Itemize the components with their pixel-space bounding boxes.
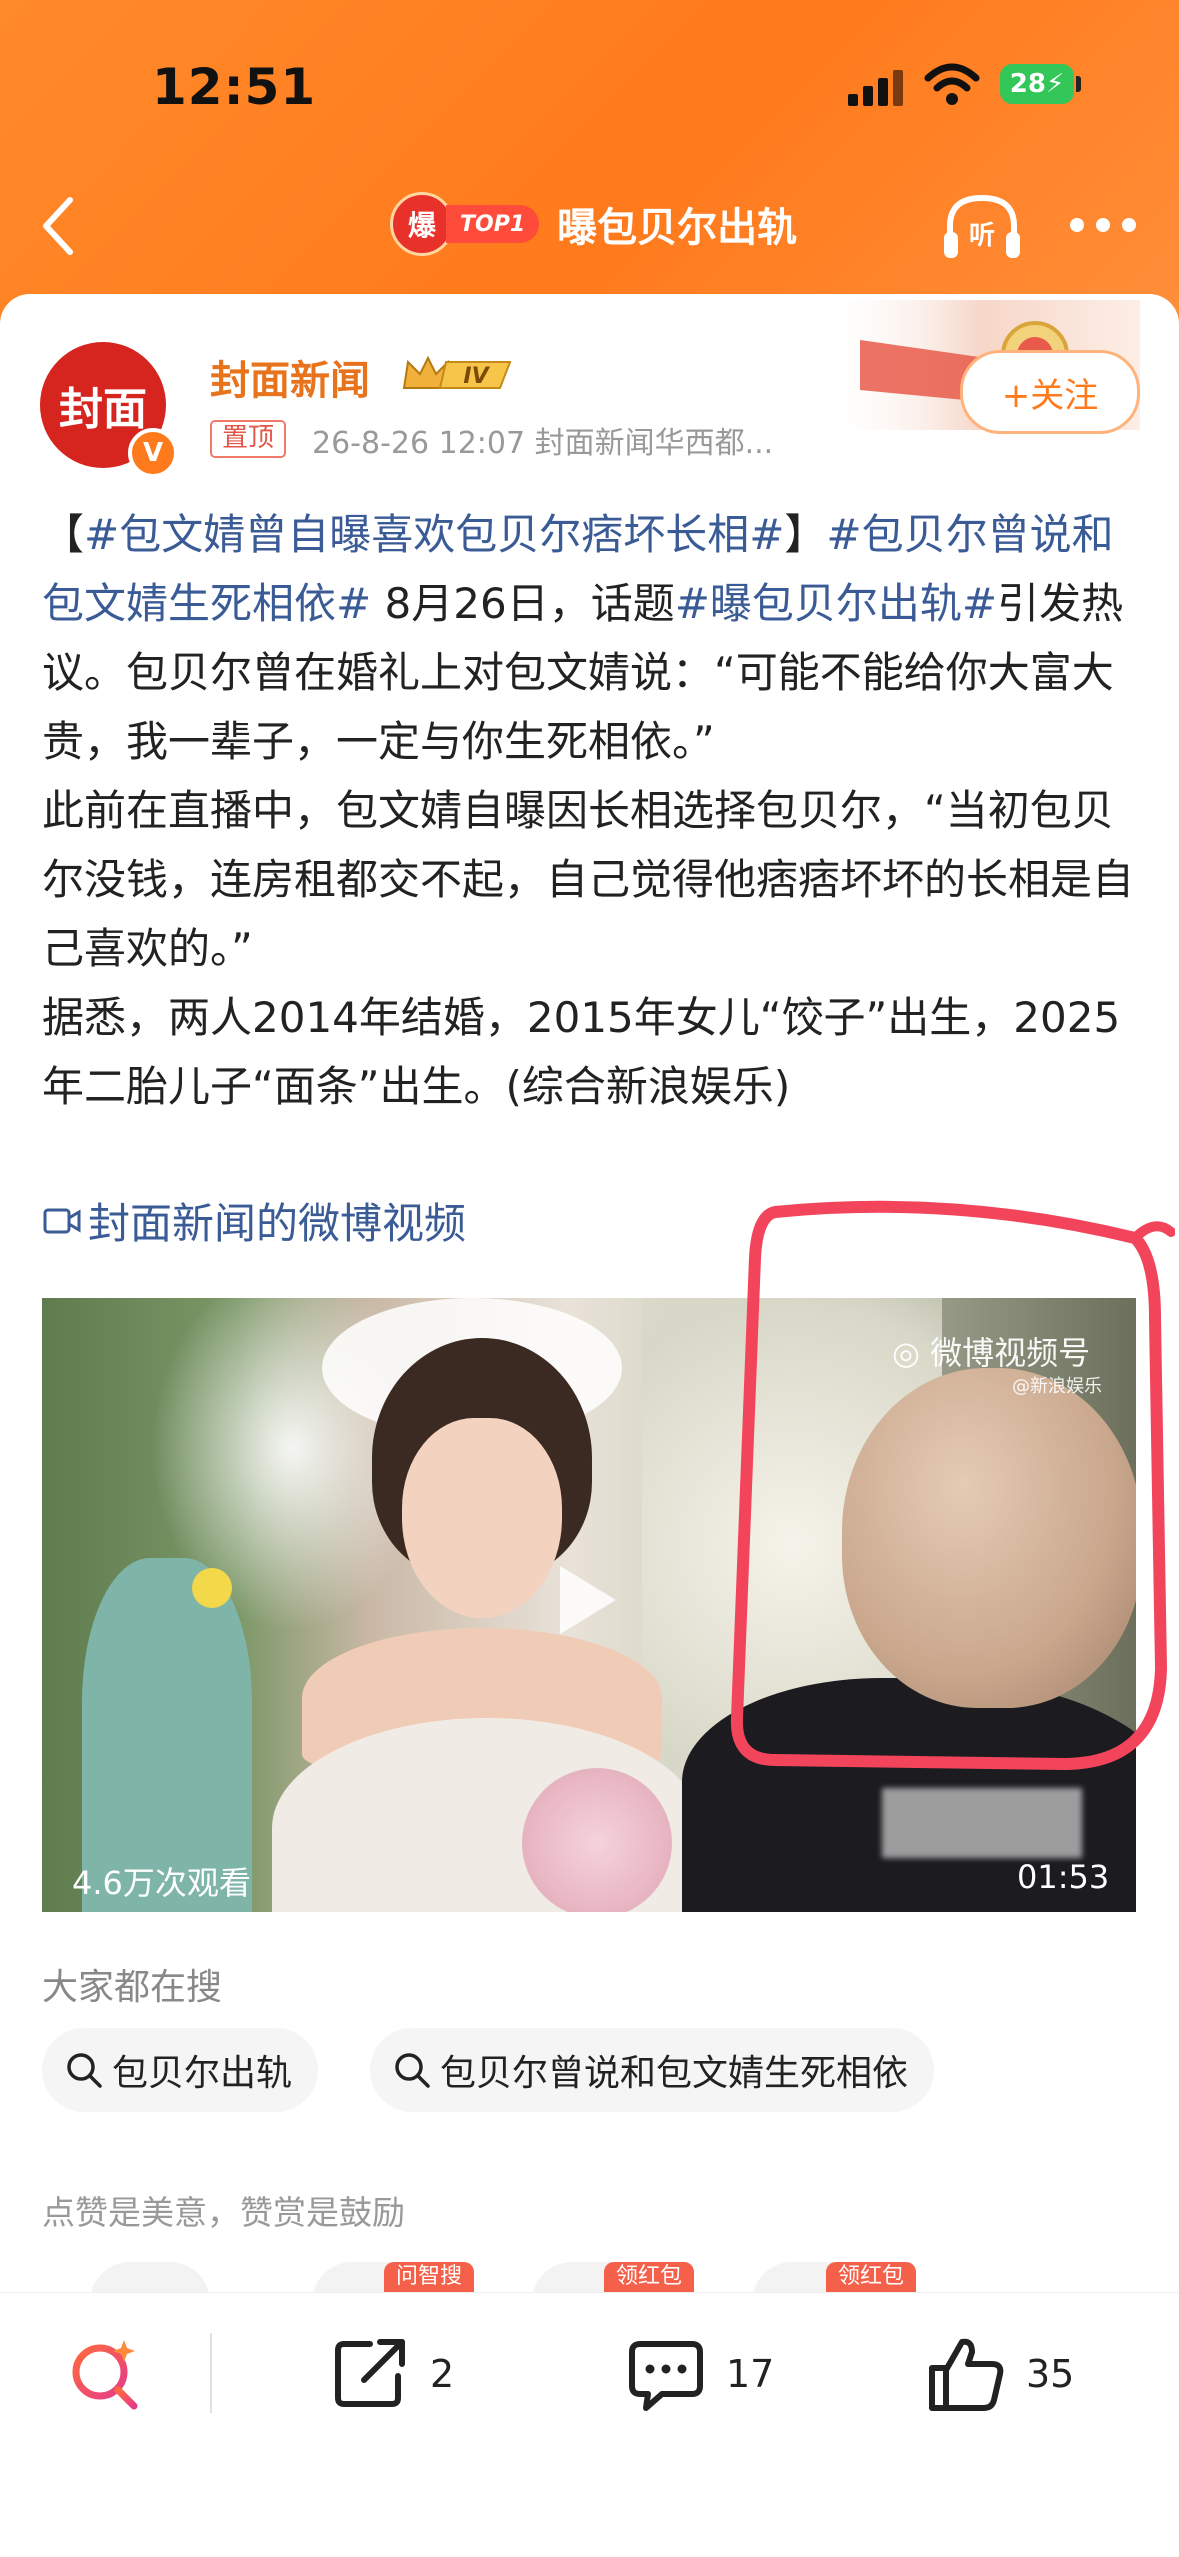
reward-tag: 领红包 xyxy=(826,2262,917,2292)
search-chip-label: 包贝尔出轨 xyxy=(112,2053,293,2094)
comment-button[interactable]: 17 xyxy=(626,2329,774,2419)
play-icon[interactable] xyxy=(552,1560,622,1640)
video-bouquet xyxy=(522,1768,672,1912)
status-bar: 12:51 28⚡ xyxy=(0,0,1179,150)
repost-button[interactable]: 2 xyxy=(330,2329,454,2419)
verified-badge-icon: V xyxy=(128,428,178,478)
topic-title: 曝包贝尔出轨 xyxy=(557,205,798,251)
video-link-label: 封面新闻的微博视频 xyxy=(88,1199,467,1248)
post-text: 【#包文婧曾自曝喜欢包贝尔痞坏长相#】#包贝尔曾说和包文婧生死相依# 8月26日… xyxy=(42,500,1142,1121)
battery-tip xyxy=(1076,76,1081,92)
smart-search-icon xyxy=(72,2340,138,2410)
post-paragraph-3: 据悉，两人2014年结婚，2015年女儿“饺子”出生，2025年二胎儿子“面条”… xyxy=(42,993,1121,1111)
video-bride-face xyxy=(402,1418,562,1618)
svg-text:听: 听 xyxy=(969,221,995,251)
search-chip[interactable]: 包贝尔出轨 xyxy=(42,2028,319,2112)
bottom-action-bar: 2 17 35 xyxy=(0,2292,1179,2557)
hashtag-link[interactable]: #曝包贝尔出轨# xyxy=(675,579,997,628)
hot-icon: 爆 xyxy=(390,192,454,256)
hashtag-link[interactable]: #包文婧曾自曝喜欢包贝尔痞坏长相# xyxy=(84,510,784,559)
search-chip-label: 包贝尔曾说和包文婧生死相依 xyxy=(440,2053,909,2094)
reward-tag: 领红包 xyxy=(604,2262,695,2292)
search-chip[interactable]: 包贝尔曾说和包文婧生死相依 xyxy=(370,2028,935,2112)
post-paragraph-2: 此前在直播中，包文婧自曝因长相选择包贝尔，“当初包贝尔没钱，连房租都交不起，自己… xyxy=(42,786,1135,973)
reward-row: 问智搜 领红包 领红包 xyxy=(0,2262,1179,2302)
smart-search-button[interactable] xyxy=(66,2329,166,2419)
comment-icon xyxy=(629,2341,703,2411)
video-blur-patch xyxy=(882,1788,1082,1858)
crown-level-icon: IV xyxy=(402,355,512,389)
bottom-divider xyxy=(210,2333,212,2413)
comment-count: 17 xyxy=(726,2352,775,2396)
search-icon xyxy=(395,2053,430,2088)
post-segment: 【 xyxy=(42,510,85,559)
post-segment: 】 xyxy=(784,510,827,559)
repost-icon xyxy=(335,2339,405,2407)
top-bar: 爆 TOP1 曝包贝尔出轨 听 xyxy=(0,180,1179,270)
wifi-icon xyxy=(924,63,980,105)
battery-indicator: 28⚡ xyxy=(1000,64,1074,104)
back-icon[interactable] xyxy=(32,194,88,258)
post-meta: 26-8-26 12:07 封面新闻华西都... xyxy=(312,426,774,461)
thumbs-up-icon xyxy=(929,2338,1004,2411)
like-count: 35 xyxy=(1026,2352,1075,2396)
post-segment: 8月26日，话题 xyxy=(371,579,675,628)
more-icon[interactable] xyxy=(1070,218,1136,234)
video-source-link[interactable]: 封面新闻的微博视频 xyxy=(42,1190,466,1251)
reward-tag: 问智搜 xyxy=(384,2262,475,2292)
search-section-title: 大家都在搜 xyxy=(42,1967,223,2008)
topic-header[interactable]: 爆 TOP1 曝包贝尔出轨 xyxy=(390,192,797,256)
video-duration: 01:53 xyxy=(1017,1858,1110,1896)
repost-count: 2 xyxy=(430,2352,455,2396)
cellular-signal-icon xyxy=(848,70,904,106)
author-name[interactable]: 封面新闻 xyxy=(210,348,370,406)
listen-icon[interactable]: 听 xyxy=(940,192,1024,262)
follow-button[interactable]: +关注 xyxy=(960,350,1140,434)
search-icon xyxy=(67,2053,102,2088)
author-level: IV xyxy=(463,364,490,389)
video-view-count: 4.6万次观看 xyxy=(72,1864,251,1902)
video-flower xyxy=(192,1568,232,1608)
status-time: 12:51 xyxy=(152,58,317,116)
rank-badge: TOP1 xyxy=(446,205,540,243)
pinned-tag: 置顶 xyxy=(210,420,287,458)
like-slogan: 点赞是美意，赞赏是鼓励 xyxy=(42,2193,405,2232)
video-camera-icon xyxy=(43,1208,81,1233)
like-button[interactable]: 35 xyxy=(926,2329,1074,2419)
red-annotation-circle xyxy=(730,1200,1175,1770)
post-paragraph-1: 【#包文婧曾自曝喜欢包贝尔痞坏长相#】#包贝尔曾说和包文婧生死相依# 8月26日… xyxy=(42,500,1142,776)
